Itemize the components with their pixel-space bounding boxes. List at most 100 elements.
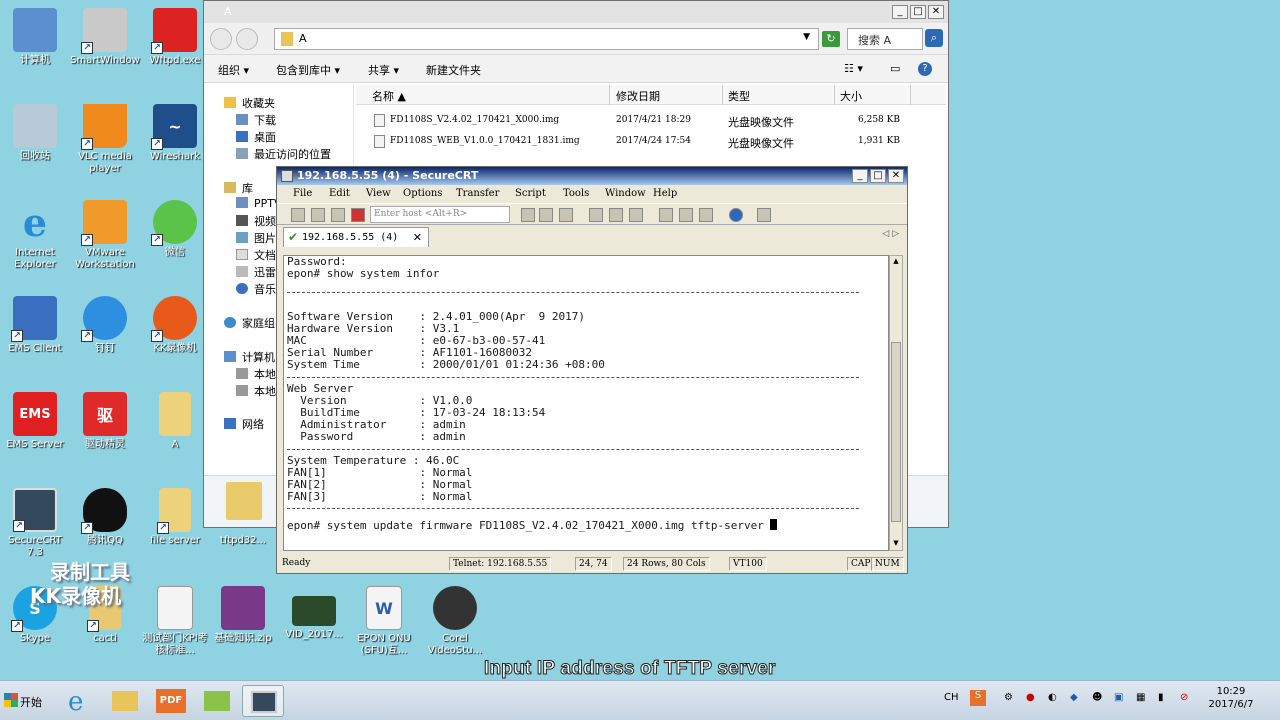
taskbar-pdf[interactable]: PDF [150, 685, 192, 717]
desktop-icon-wftpd[interactable]: ↗ Wftpd.exe [140, 8, 210, 67]
signal-tray-icon[interactable]: ▮ [1158, 692, 1164, 703]
scroll-up-icon[interactable]: ▲ [891, 257, 901, 267]
desktop-icon-ie[interactable]: e Internet Explorer [0, 200, 70, 271]
network-tray-icon[interactable]: ▦ [1136, 692, 1145, 703]
explorer-titlebar[interactable]: A _ □ ✕ [204, 1, 948, 23]
desktop-icon-kpi-doc[interactable]: 测试部门KPI考核标准... [140, 586, 210, 657]
nav-documents[interactable]: 文档 [236, 247, 276, 263]
volume-muted-icon[interactable]: ⊘ [1180, 692, 1188, 703]
close-button[interactable]: ✕ [928, 5, 944, 19]
tray-icon[interactable]: ● [1026, 692, 1035, 703]
column-type[interactable]: 类型 [728, 88, 750, 104]
taskbar-securecrt[interactable] [242, 685, 284, 717]
menu-options[interactable]: Options [403, 188, 442, 199]
file-row[interactable]: FD1108S_WEB_V1.0.0_170421_1831.img 2017/… [356, 132, 946, 152]
global-options-icon[interactable] [679, 208, 693, 222]
nav-music[interactable]: 音乐 [236, 281, 276, 297]
nav-libraries[interactable]: 库 [224, 180, 253, 196]
desktop-icon-vlc[interactable]: ↗ VLC media player [70, 104, 140, 175]
print-selection-icon[interactable] [609, 208, 623, 222]
desktop-icon-basics-zip[interactable]: 基础知识.zip [208, 586, 278, 645]
nav-favorites[interactable]: 收藏夹 [224, 95, 275, 111]
close-button[interactable]: ✕ [888, 169, 904, 183]
sftp-icon[interactable] [757, 208, 771, 222]
find-icon[interactable] [559, 208, 573, 222]
menu-tools[interactable]: Tools [563, 188, 589, 199]
menu-view[interactable]: View [366, 188, 391, 199]
new-folder-button[interactable]: 新建文件夹 [426, 62, 481, 78]
session-tab[interactable]: ✔ 192.168.5.55 (4) ✕ [283, 227, 429, 247]
sogou-ime-icon[interactable]: S [970, 690, 986, 706]
search-icon[interactable]: ⌕ [925, 29, 943, 47]
desktop-icon-vmware[interactable]: ↗ VMware Workstation [70, 200, 140, 271]
preview-pane-icon[interactable]: ▭ [890, 62, 900, 75]
nav-recent[interactable]: 最近访问的位置 [236, 146, 331, 162]
help-icon[interactable] [729, 208, 743, 222]
address-field[interactable]: A ▼ [274, 28, 819, 50]
session-options-icon[interactable] [659, 208, 673, 222]
start-button[interactable]: 开始 [2, 689, 50, 713]
print-icon[interactable] [589, 208, 603, 222]
desktop-icon-ems-server[interactable]: EMS EMS Server [0, 392, 70, 451]
quick-connect-icon[interactable] [311, 208, 325, 222]
desktop-icon-file-server[interactable]: ↗ file server [140, 488, 210, 547]
nav-local-disk-2[interactable]: 本地 [236, 383, 276, 399]
menu-help[interactable]: Help [653, 188, 677, 199]
qq-tray-icon[interactable]: ☻ [1092, 692, 1102, 703]
system-clock[interactable]: 10:29 2017/6/7 [1200, 685, 1262, 711]
tray-icon[interactable]: ▣ [1114, 692, 1123, 703]
search-input[interactable]: 搜索 A [847, 28, 923, 50]
nav-computer[interactable]: 计算机 [224, 349, 275, 365]
nav-network[interactable]: 网络 [224, 416, 264, 432]
forward-button[interactable] [236, 28, 258, 50]
tray-icon[interactable]: ◆ [1070, 692, 1078, 703]
desktop-icon-recycle-bin[interactable]: 回收站 [0, 104, 70, 163]
taskbar-explorer[interactable] [104, 685, 146, 717]
desktop-icon-computer[interactable]: 计算机 [0, 8, 70, 67]
copy-icon[interactable] [521, 208, 535, 222]
keymap-icon[interactable] [699, 208, 713, 222]
terminal-scrollbar[interactable]: ▲ ▼ [889, 255, 903, 551]
maximize-button[interactable]: □ [910, 5, 926, 19]
reconnect-icon[interactable] [331, 208, 345, 222]
organize-button[interactable]: 组织 ▾ [218, 62, 249, 78]
close-tab-icon[interactable]: ✕ [413, 231, 422, 244]
desktop-icon-smartwindow[interactable]: ↗ SmartWindow [70, 8, 140, 67]
paste-icon[interactable] [539, 208, 553, 222]
menu-window[interactable]: Window [605, 188, 646, 199]
view-options-icon[interactable]: ☷ ▾ [844, 62, 863, 75]
menu-file[interactable]: File [293, 188, 312, 199]
include-in-library-button[interactable]: 包含到库中 ▾ [276, 62, 340, 78]
tab-scroll-arrows-icon[interactable]: ◁ ▷ [882, 229, 899, 239]
nav-pptv[interactable]: PPTV [236, 197, 282, 210]
disconnect-icon[interactable] [351, 208, 365, 222]
menu-transfer[interactable]: Transfer [456, 188, 499, 199]
nav-desktop[interactable]: 桌面 [236, 129, 276, 145]
chevron-down-icon[interactable]: ▼ [803, 32, 810, 42]
minimize-button[interactable]: _ [892, 5, 908, 19]
nav-videos[interactable]: 视频 [236, 213, 276, 229]
taskbar-network-tool[interactable] [196, 685, 238, 717]
minimize-button[interactable]: _ [852, 169, 868, 183]
desktop-icon-corel[interactable]: Corel VideoStu... [420, 586, 490, 657]
desktop-icon-ems-client[interactable]: ↗ EMS Client [0, 296, 70, 355]
desktop-icon-dingding[interactable]: ↗ 钉钉 [70, 296, 140, 355]
scroll-down-icon[interactable]: ▼ [891, 539, 901, 549]
file-row[interactable]: FD1108S_V2.4.02_170421_X000.img 2017/4/2… [356, 111, 946, 131]
taskbar-ie[interactable]: e [58, 685, 100, 717]
securecrt-titlebar[interactable]: 192.168.5.55 (4) - SecureCRT _ □ ✕ [277, 167, 907, 185]
maximize-button[interactable]: □ [870, 169, 886, 183]
scrollbar-thumb[interactable] [891, 342, 901, 522]
nav-local-disk-1[interactable]: 本地 [236, 366, 276, 382]
column-size[interactable]: 大小 [840, 88, 862, 104]
desktop-icon-driver-genius[interactable]: 驱 驱动精灵 [70, 392, 140, 451]
menu-script[interactable]: Script [515, 188, 546, 199]
desktop-icon-kk-recorder[interactable]: ↗ KK录像机 [140, 296, 210, 355]
desktop-icon-epon-onu[interactable]: W EPON ONU (SFU)互... [349, 586, 419, 657]
desktop-icon-vid[interactable]: VID_2017... [279, 586, 349, 641]
column-name[interactable]: 名称 ▲ [372, 88, 406, 104]
help-icon[interactable]: ? [918, 62, 932, 76]
nav-pictures[interactable]: 图片 [236, 230, 276, 246]
column-date[interactable]: 修改日期 [616, 88, 660, 104]
desktop-icon-folder-a[interactable]: A [140, 392, 210, 451]
